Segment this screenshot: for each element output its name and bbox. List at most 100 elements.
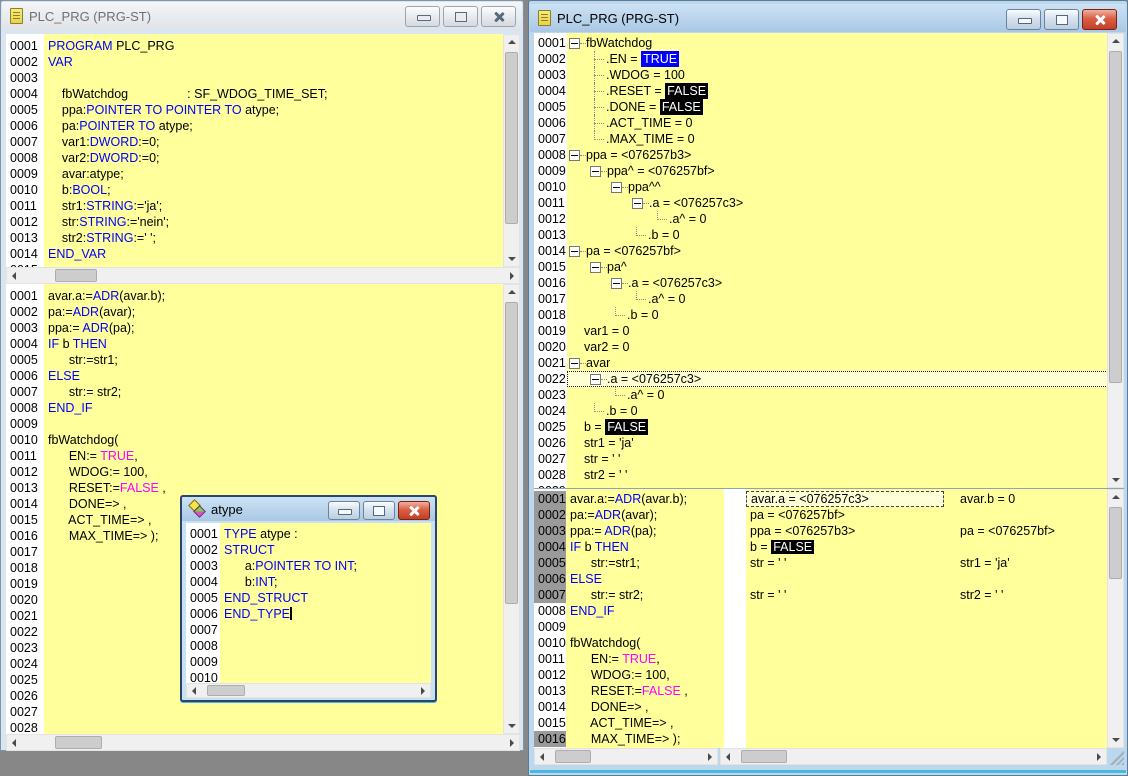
watch-row[interactable]: 0015pa^ <box>534 259 1124 275</box>
watch-tree-pane[interactable]: 0001fbWatchdog0002.EN = TRUE0003.WDOG = … <box>534 33 1124 488</box>
code-line[interactable]: 0010fbWatchdog( <box>6 432 520 448</box>
monitor-cell[interactable]: str1 = 'ja' <box>960 555 1010 571</box>
code-line[interactable]: 0013 RESET:=FALSE , <box>534 683 746 699</box>
watch-row[interactable]: 0021avar <box>534 355 1124 371</box>
watch-row[interactable]: 0025b = FALSE <box>534 419 1124 435</box>
code-line[interactable]: 0004 fbWatchdog : SF_WDOG_TIME_SET; <box>6 86 520 102</box>
code-line[interactable]: 0012 WDOG:= 100, <box>6 464 520 480</box>
scroll-right-icon[interactable] <box>708 753 712 761</box>
tree-collapse-icon[interactable] <box>569 150 580 161</box>
maximize-button[interactable] <box>1044 9 1079 30</box>
code-line[interactable]: 0005END_STRUCT <box>186 590 431 606</box>
code-line[interactable]: 0009 <box>186 654 431 670</box>
minimize-button[interactable] <box>328 501 360 520</box>
code-line[interactable]: 0007 str:= str2; <box>6 384 520 400</box>
code-line[interactable]: 0010fbWatchdog( <box>534 635 746 651</box>
watch-row[interactable]: 0014pa = <076257bf> <box>534 243 1124 259</box>
atype-horizontal-scrollbar[interactable] <box>186 683 431 698</box>
code-line[interactable]: 0005 ppa:POINTER TO POINTER TO atype; <box>6 102 520 118</box>
code-line[interactable]: 0010 <box>186 670 431 683</box>
code-line[interactable]: 0016 MAX_TIME=> ); <box>534 731 746 747</box>
code-line[interactable]: 0006ELSE <box>534 571 746 587</box>
minimize-button[interactable] <box>405 6 440 27</box>
code-line[interactable]: 0008 <box>186 638 431 654</box>
tree-collapse-icon[interactable] <box>590 262 601 273</box>
watch-row[interactable]: 0006.ACT_TIME = 0 <box>534 115 1124 131</box>
code-line[interactable]: 0002VAR <box>6 54 520 70</box>
scrollbar-thumb[interactable] <box>1109 51 1122 383</box>
watch-row[interactable]: 0003.WDOG = 100 <box>534 67 1124 83</box>
tree-collapse-icon[interactable] <box>590 166 601 177</box>
code-line[interactable]: 0012 str:STRING:='nein'; <box>6 214 520 230</box>
watch-row[interactable]: 0009ppa^ = <076257bf> <box>534 163 1124 179</box>
scroll-left-icon[interactable] <box>12 272 16 280</box>
scroll-left-icon[interactable] <box>192 687 196 695</box>
scroll-up-icon[interactable] <box>508 40 516 44</box>
code-line[interactable]: 0005 str:=str1; <box>534 555 746 571</box>
code-line[interactable]: 0001avar.a:=ADR(avar.b); <box>534 491 746 507</box>
scrollbar-thumb[interactable] <box>55 269 97 282</box>
close-button[interactable] <box>481 6 516 27</box>
watch-row[interactable]: 0028str2 = ' ' <box>534 467 1124 483</box>
code-line[interactable]: 0008END_IF <box>6 400 520 416</box>
code-line[interactable]: 0001PROGRAM PLC_PRG <box>6 38 520 54</box>
monitor-cell[interactable]: b = FALSE <box>750 539 814 555</box>
code-line[interactable]: 0008END_IF <box>534 603 746 619</box>
code-line[interactable]: 0015 ACT_TIME=> , <box>534 715 746 731</box>
maximize-button[interactable] <box>363 501 395 520</box>
tree-collapse-icon[interactable] <box>611 182 622 193</box>
watch-row[interactable]: 0002.EN = TRUE <box>534 51 1124 67</box>
code-line[interactable]: 0003 <box>6 70 520 86</box>
tree-collapse-icon[interactable] <box>569 38 580 49</box>
code-line[interactable]: 0014 DONE=> , <box>534 699 746 715</box>
tree-collapse-icon[interactable] <box>569 246 580 257</box>
watch-row[interactable]: 0020var2 = 0 <box>534 339 1124 355</box>
focused-monitor-cell[interactable]: avar.a = <076257c3> <box>746 491 944 507</box>
watch-row[interactable]: 0007.MAX_TIME = 0 <box>534 131 1124 147</box>
code-line[interactable]: 0009 avar:atype; <box>6 166 520 182</box>
code-line[interactable]: 0010 b:BOOL; <box>6 182 520 198</box>
monitor-cell[interactable]: str2 = ' ' <box>960 587 1003 603</box>
code-line[interactable]: 0004 b:INT; <box>186 574 431 590</box>
tree-collapse-icon[interactable] <box>590 374 601 385</box>
code-line[interactable]: 0003ppa:= ADR(pa); <box>6 320 520 336</box>
code-line[interactable]: 0006END_TYPE <box>186 606 431 622</box>
watch-row[interactable]: 0010ppa^^ <box>534 179 1124 195</box>
code-line[interactable]: 0004IF b THEN <box>6 336 520 352</box>
scroll-right-icon[interactable] <box>510 272 514 280</box>
code-line[interactable]: 0002STRUCT <box>186 542 431 558</box>
scroll-down-icon[interactable] <box>1112 738 1120 742</box>
close-button[interactable] <box>398 501 430 520</box>
decl-vertical-scrollbar[interactable] <box>503 34 520 267</box>
watch-vertical-scrollbar[interactable] <box>1107 33 1124 488</box>
minimize-button[interactable] <box>1006 9 1041 30</box>
tree-collapse-icon[interactable] <box>632 198 643 209</box>
scroll-left-icon[interactable] <box>12 739 16 747</box>
scrollbar-thumb[interactable] <box>505 302 518 604</box>
code-line[interactable]: 0006ELSE <box>6 368 520 384</box>
scroll-up-icon[interactable] <box>508 290 516 294</box>
watch-row[interactable]: 0016.a = <076257c3> <box>534 275 1124 291</box>
scrollbar-thumb[interactable] <box>55 736 102 749</box>
code-line[interactable]: 0014END_VAR <box>6 246 520 262</box>
code-line[interactable]: 0008 var2:DWORD:=0; <box>6 150 520 166</box>
code-line[interactable]: 0003 a:POINTER TO INT; <box>186 558 431 574</box>
watch-row[interactable]: 0027str = ' ' <box>534 451 1124 467</box>
watch-row[interactable]: 0011.a = <076257c3> <box>534 195 1124 211</box>
scroll-down-icon[interactable] <box>508 724 516 728</box>
tree-collapse-icon[interactable] <box>611 278 622 289</box>
scroll-up-icon[interactable] <box>1112 39 1120 43</box>
code-horizontal-scrollbar[interactable] <box>534 748 718 765</box>
scroll-right-icon[interactable] <box>510 739 514 747</box>
resize-grip[interactable] <box>1107 748 1124 765</box>
code-line[interactable]: 0004IF b THEN <box>534 539 746 555</box>
watch-row[interactable]: 0017.a^ = 0 <box>534 291 1124 307</box>
monitor-cell[interactable]: str = ' ' <box>750 587 786 603</box>
watch-row[interactable]: 0026str1 = 'ja' <box>534 435 1124 451</box>
code-line[interactable]: 0011 str1:STRING:='ja'; <box>6 198 520 214</box>
tree-collapse-icon[interactable] <box>569 358 580 369</box>
code-line[interactable]: 0013 str2:STRING:=' '; <box>6 230 520 246</box>
monitor-cell[interactable]: pa = <076257bf> <box>750 507 845 523</box>
watch-row[interactable]: 0024.b = 0 <box>534 403 1124 419</box>
code-line[interactable]: 0006 pa:POINTER TO atype; <box>6 118 520 134</box>
